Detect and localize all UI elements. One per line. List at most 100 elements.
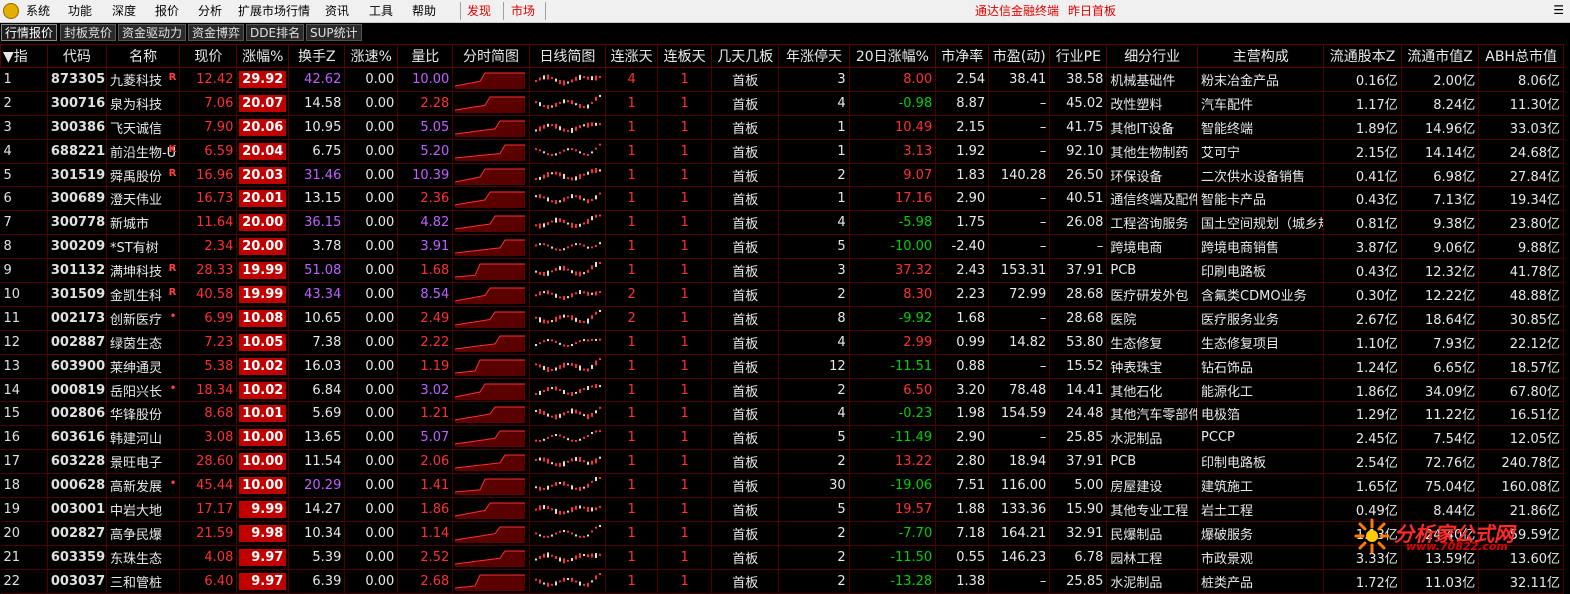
- table-row[interactable]: 15 002806 华锋股份 8.68 10.01 5.69 0.00 1.21 1 1 首板 4 -0…: [0, 401, 1564, 427]
- col-header[interactable]: 行业PE: [1049, 44, 1108, 68]
- table-row[interactable]: 10 301509 金凯生科 R 40.58 19.99 43.34 0.00 8.54 2 1 首板…: [0, 282, 1564, 307]
- cell-pe-ratio: –: [988, 569, 1051, 594]
- cell-change-pct: 10.00: [236, 449, 290, 475]
- menu-function[interactable]: 功能: [68, 3, 92, 19]
- cell-total-market-value: 67.80亿: [1478, 378, 1564, 403]
- col-header[interactable]: 涨速%: [344, 44, 399, 68]
- cell-change-20d: -19.06: [849, 473, 937, 499]
- board-count-value: 首板: [732, 169, 759, 185]
- col-header[interactable]: 市净率: [935, 44, 990, 68]
- col-header[interactable]: 日线简图: [528, 44, 607, 68]
- cell-limit-days: 1: [657, 473, 713, 499]
- col-header[interactable]: 现价: [179, 44, 238, 68]
- col-header[interactable]: 量比: [397, 44, 454, 68]
- volume-ratio-value: 10.39: [412, 167, 450, 183]
- table-row[interactable]: 13 603900 莱绅通灵 5.38 10.02 16.03 0.00 1.19 1 1 首板 12…: [0, 354, 1564, 379]
- col-header[interactable]: 名称: [105, 44, 181, 68]
- up-days-value: 1: [627, 454, 636, 470]
- menu-tools[interactable]: 工具: [369, 3, 393, 19]
- col-header[interactable]: 连板天: [657, 44, 713, 68]
- table-row[interactable]: 22 003037 三和管桩 6.40 9.97 6.39 0.00 2.68 1 1 首板 2 -13…: [0, 569, 1564, 594]
- table-row[interactable]: 21 603359 东珠生态 4.08 9.97 5.39 0.00 2.52 1 1 首板 2 -11…: [0, 545, 1564, 570]
- table-row[interactable]: 17 603228 景旺电子 28.60 10.00 11.54 0.00 2.06 1 1 首板 2…: [0, 449, 1564, 475]
- tab-dde-rank[interactable]: DDE排名: [246, 24, 305, 41]
- col-header[interactable]: 细分行业: [1106, 44, 1199, 68]
- cell-daily-sparkline: [529, 186, 607, 212]
- float-market-value-value: 9.06亿: [1433, 241, 1476, 257]
- float-shares-value: 1.17亿: [1355, 97, 1398, 113]
- cell-year-limit-days: 1: [778, 186, 850, 212]
- cell-speed: 0.00: [344, 449, 399, 475]
- tab-sup-stats[interactable]: SUP统计: [306, 24, 362, 41]
- col-header[interactable]: ▼指: [0, 44, 48, 68]
- table-row[interactable]: 5 301519 舜禹股份 R 16.96 20.03 31.46 0.00 10.39 1 1 首板…: [0, 163, 1564, 188]
- col-header[interactable]: 涨幅%: [236, 44, 290, 68]
- window-control-icon[interactable]: ☰: [1553, 3, 1564, 17]
- table-row[interactable]: 18 000628 高新发展 • 45.44 10.00 20.29 0.00 1.41 1 1 首板…: [0, 473, 1564, 499]
- table-row[interactable]: 7 300778 新城市 11.64 20.00 36.15 0.00 4.82 1 1 首板 4 -5…: [0, 210, 1564, 236]
- col-header[interactable]: 几天几板: [711, 44, 780, 68]
- menu-depth[interactable]: 深度: [112, 3, 136, 19]
- tab-quote[interactable]: 行情报价: [1, 24, 58, 41]
- table-row[interactable]: 8 300209 *ST有树 2.34 20.00 3.78 0.00 3.91 1 1 首板 5 -1…: [0, 234, 1564, 260]
- pb-ratio-value: 1.75: [956, 215, 986, 231]
- menu-system[interactable]: 系统: [26, 3, 50, 19]
- col-header[interactable]: 流通市值Z: [1400, 44, 1480, 68]
- table-row[interactable]: 6 300689 澄天伟业 16.73 20.01 13.15 0.00 2.36 1 1 首板 1 1…: [0, 186, 1564, 212]
- tab-capital-drive[interactable]: 资金驱动力: [118, 24, 187, 41]
- table-row[interactable]: 9 301132 满坤科技 R 28.33 19.99 51.08 0.00 1.68 1 1 首板 3…: [0, 258, 1564, 284]
- volume-ratio-value: 2.68: [420, 573, 450, 589]
- menu-quote[interactable]: 报价: [155, 3, 179, 19]
- tab-capital-game[interactable]: 资金博弈: [188, 24, 245, 41]
- menu-news[interactable]: 资讯: [325, 3, 349, 19]
- menu-ext-market[interactable]: 扩展市场行情: [238, 3, 310, 19]
- price-value: 40.58: [196, 286, 234, 302]
- table-row[interactable]: 19 003001 中岩大地 17.17 9.99 14.27 0.00 1.86 1 1 首板 5 1…: [0, 497, 1564, 522]
- table-row[interactable]: 20 002827 高争民爆 21.59 9.98 10.34 0.00 1.14 1 1 首板 2 -…: [0, 521, 1564, 546]
- menu-discover[interactable]: 发现: [467, 3, 491, 19]
- col-header[interactable]: ABH总市值: [1478, 44, 1564, 68]
- cell-volume-ratio: 2.22: [397, 330, 454, 355]
- col-header[interactable]: 年涨停天: [778, 44, 850, 68]
- cell-industry: PCB: [1106, 258, 1199, 284]
- col-header[interactable]: 连涨天: [605, 44, 659, 68]
- cell-float-shares: 1.89亿: [1323, 115, 1402, 140]
- float-shares-value: 0.43亿: [1355, 193, 1398, 209]
- main-business-value: 建筑施工: [1201, 480, 1254, 496]
- table-row[interactable]: 3 300386 飞天诚信 7.90 20.06 10.95 0.00 5.05 1 1 首板 1 10…: [0, 115, 1564, 140]
- cell-volume-ratio: 5.05: [397, 115, 454, 140]
- col-header[interactable]: 主营构成: [1197, 44, 1325, 68]
- cell-row-index: 15: [0, 401, 48, 427]
- cell-industry: PCB: [1106, 449, 1199, 475]
- cell-year-limit-days: 2: [778, 282, 850, 307]
- main-business-value: 艾可宁: [1201, 145, 1241, 161]
- table-row[interactable]: 16 603616 韩建河山 3.08 10.00 13.65 0.00 5.07 1 1 首板 5 -…: [0, 425, 1564, 451]
- col-header[interactable]: 流通股本Z: [1323, 44, 1402, 68]
- cell-intraday-sparkline: [452, 234, 530, 260]
- table-row[interactable]: 2 300716 泉为科技 7.06 20.07 14.58 0.00 2.28 1 1 首板 4 -0…: [0, 91, 1564, 116]
- cell-pe-ratio: 154.59: [988, 401, 1051, 427]
- table-row[interactable]: 4 688221 前沿生物-U K 6.59 20.04 6.75 0.00 5.20 1 1 首板 1…: [0, 139, 1564, 164]
- table-row[interactable]: 1 873305 九菱科技 R 12.42 29.92 42.62 0.00 10.00 4 1 首板…: [0, 67, 1564, 92]
- col-header[interactable]: 代码: [46, 44, 107, 68]
- col-header[interactable]: 换手Z: [288, 44, 346, 68]
- table-row[interactable]: 14 000819 岳阳兴长 • 18.34 10.02 6.84 0.00 3.02 1 1 首板 2…: [0, 378, 1564, 403]
- table-row[interactable]: 11 002173 创新医疗 • 6.99 10.08 10.65 0.00 2.49 2 1 首板 8…: [0, 306, 1564, 331]
- cell-stock-name: 高争民爆: [106, 521, 181, 546]
- menu-market[interactable]: 市场: [511, 3, 535, 19]
- change-20d-value: -0.98: [898, 95, 933, 111]
- table-row[interactable]: 12 002887 绿茵生态 7.23 10.05 7.38 0.00 2.22 1 1 首板 4 2.…: [0, 330, 1564, 355]
- col-header[interactable]: 20日涨幅%: [848, 44, 937, 68]
- total-market-value-value: 9.88亿: [1518, 241, 1560, 257]
- float-market-value-value: 7.54亿: [1433, 432, 1476, 448]
- tab-limit-auction[interactable]: 封板竞价: [60, 24, 117, 41]
- cell-daily-sparkline: [529, 210, 607, 236]
- col-header[interactable]: 市盈(动): [988, 44, 1051, 68]
- menu-analysis[interactable]: 分析: [198, 3, 222, 19]
- menu-help[interactable]: 帮助: [412, 3, 436, 19]
- pe-ratio-value: –: [1039, 143, 1047, 159]
- col-header[interactable]: 分时简图: [452, 44, 530, 68]
- cell-total-market-value: 9.88亿: [1478, 234, 1564, 260]
- cell-change-pct: 20.00: [236, 234, 290, 260]
- cell-year-limit-days: 3: [778, 258, 850, 284]
